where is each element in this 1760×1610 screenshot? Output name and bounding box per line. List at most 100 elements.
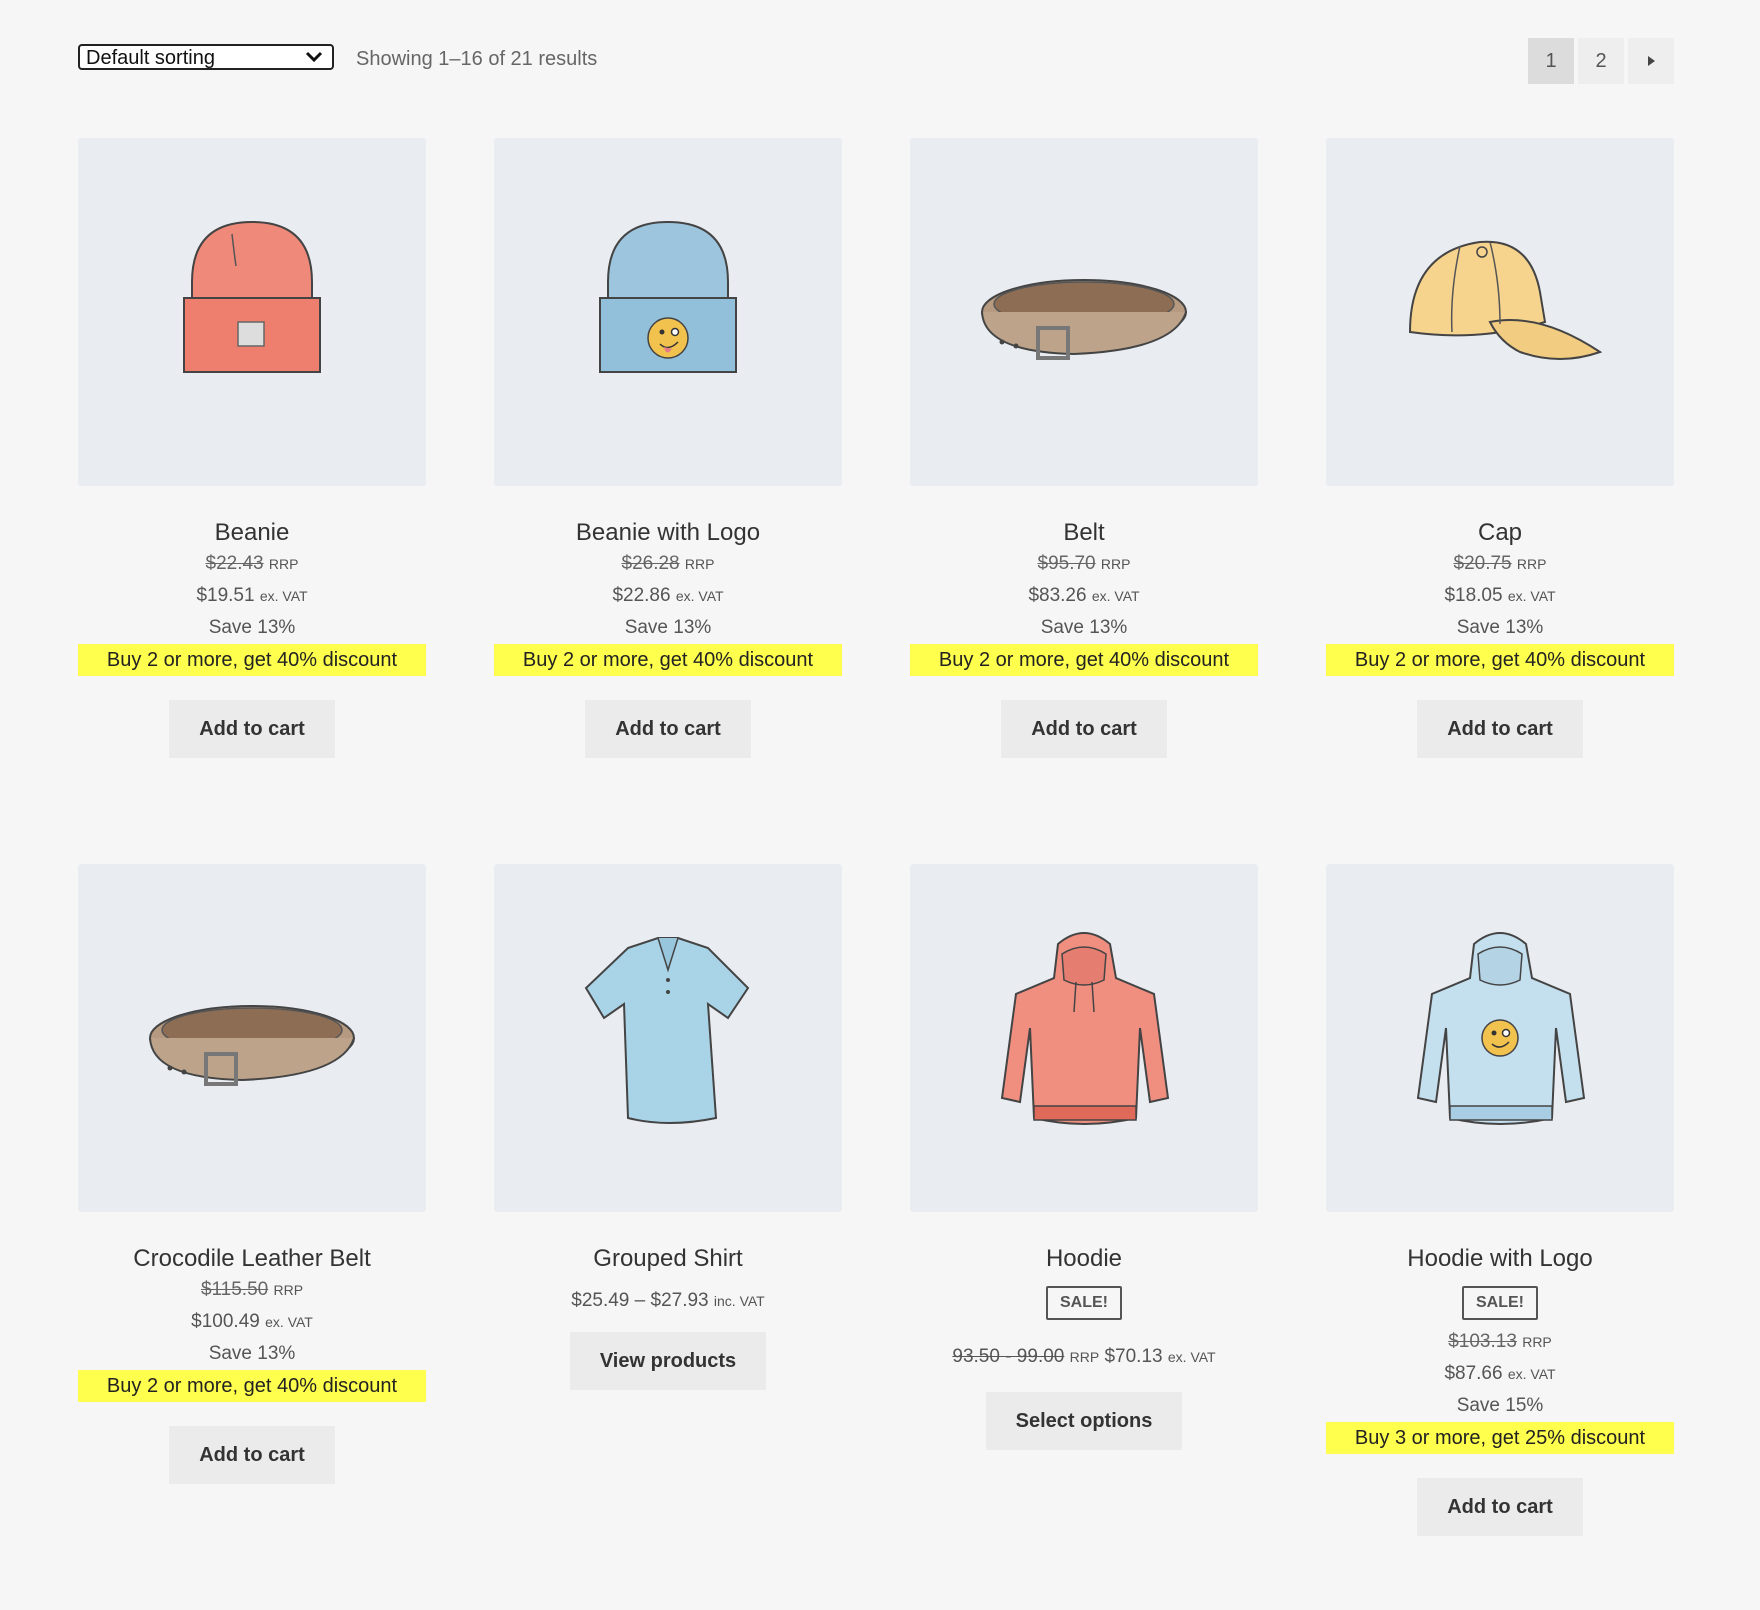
product-image[interactable]: [910, 138, 1258, 486]
price-value: $70.13: [1104, 1346, 1163, 1367]
product-card-beanie: Beanie $22.43 RRP $19.51 ex. VAT Save 13…: [78, 138, 426, 758]
price-value: $22.86: [612, 585, 671, 606]
next-page-button[interactable]: [1628, 38, 1674, 84]
view-products-button[interactable]: View products: [569, 1332, 767, 1390]
product-image[interactable]: [78, 138, 426, 486]
promo-banner: Buy 2 or more, get 40% discount: [910, 644, 1258, 676]
page-1-button[interactable]: 1: [1528, 38, 1574, 84]
rrp-suffix: RRP: [1516, 556, 1547, 572]
sort-select[interactable]: Default sorting: [78, 44, 334, 70]
add-to-cart-button[interactable]: Add to cart: [1001, 700, 1167, 758]
cap-icon: [1408, 240, 1603, 360]
price: $87.66 ex. VAT: [1326, 1358, 1674, 1390]
rrp-suffix: RRP: [1522, 1334, 1552, 1350]
price-range-value: $25.49 – $27.93: [571, 1290, 709, 1311]
add-to-cart-button[interactable]: Add to cart: [1417, 700, 1583, 758]
promo-banner: Buy 2 or more, get 40% discount: [494, 644, 842, 676]
price-suffix: ex. VAT: [265, 1314, 313, 1330]
sale-badge: SALE!: [1462, 1286, 1538, 1320]
rrp-price: $20.75 RRP: [1326, 548, 1674, 580]
result-count: Showing 1–16 of 21 results: [356, 48, 598, 70]
product-title[interactable]: Cap: [1326, 518, 1674, 548]
product-image[interactable]: [910, 864, 1258, 1212]
shop-toolbar: Default sorting Showing 1–16 of 21 resul…: [78, 38, 1674, 86]
price-suffix: ex. VAT: [259, 588, 308, 604]
product-image[interactable]: [494, 138, 842, 486]
product-image[interactable]: [1326, 864, 1674, 1212]
page-2-button[interactable]: 2: [1578, 38, 1624, 84]
product-image[interactable]: [1326, 138, 1674, 486]
add-to-cart-button[interactable]: Add to cart: [169, 1426, 335, 1484]
price-value: $19.51: [196, 585, 255, 606]
product-title[interactable]: Hoodie with Logo: [1326, 1244, 1674, 1274]
product-card-hoodie: Hoodie SALE! 93.50 - 99.00 RRP $70.13 ex…: [910, 864, 1258, 1450]
rrp-price: $115.50 RRP: [78, 1274, 426, 1306]
price-value: $87.66: [1444, 1363, 1503, 1384]
price-suffix: ex. VAT: [675, 588, 724, 604]
rrp-value: $20.75: [1453, 553, 1512, 574]
beanie-logo-icon: [599, 220, 737, 373]
rrp-value: $95.70: [1037, 553, 1096, 574]
save-text: Save 13%: [1456, 617, 1544, 638]
price-suffix: ex. VAT: [1167, 1349, 1216, 1365]
product-title[interactable]: Beanie: [78, 518, 426, 548]
rrp-value: $22.43: [205, 553, 264, 574]
belt-icon: [981, 279, 1187, 360]
add-to-cart-button[interactable]: Add to cart: [585, 700, 751, 758]
product-card-beanie-with-logo: Beanie with Logo $26.28 RRP $22.86 ex. V…: [494, 138, 842, 758]
promo-banner: Buy 2 or more, get 40% discount: [1326, 644, 1674, 676]
product-card-belt: Belt $95.70 RRP $83.26 ex. VAT Save 13% …: [910, 138, 1258, 758]
price: $18.05 ex. VAT: [1326, 580, 1674, 612]
sort-select-value: Default sorting: [86, 47, 215, 69]
select-options-button[interactable]: Select options: [985, 1392, 1183, 1450]
price: $19.51 ex. VAT: [78, 580, 426, 612]
save-text: Save 13%: [624, 617, 712, 638]
rrp-suffix: RRP: [1069, 1349, 1100, 1365]
rrp-suffix: RRP: [268, 556, 299, 572]
pagination: 1 2: [1528, 38, 1674, 84]
price-value: $100.49: [191, 1311, 260, 1332]
save-text: Save 13%: [208, 1343, 296, 1364]
rrp-price: $95.70 RRP: [910, 548, 1258, 580]
price: $83.26 ex. VAT: [910, 580, 1258, 612]
price: $22.86 ex. VAT: [494, 580, 842, 612]
polo-shirt-icon: [584, 937, 750, 1124]
rrp-price: $26.28 RRP: [494, 548, 842, 580]
price: 93.50 - 99.00 RRP $70.13 ex. VAT: [910, 1340, 1258, 1374]
rrp-value: $103.13: [1448, 1331, 1517, 1352]
product-card-grouped-shirt: Grouped Shirt $25.49 – $27.93 inc. VAT V…: [494, 864, 842, 1390]
product-title[interactable]: Hoodie: [910, 1244, 1258, 1274]
product-card-cap: Cap $20.75 RRP $18.05 ex. VAT Save 13% B…: [1326, 138, 1674, 758]
rrp-price: $103.13 RRP: [1326, 1326, 1674, 1358]
price-suffix: ex. VAT: [1507, 1366, 1556, 1382]
price-value: $83.26: [1028, 585, 1087, 606]
product-title[interactable]: Belt: [910, 518, 1258, 548]
product-card-crocodile-leather-belt: Crocodile Leather Belt $115.50 RRP $100.…: [78, 864, 426, 1484]
price-suffix: ex. VAT: [1507, 588, 1556, 604]
add-to-cart-button[interactable]: Add to cart: [1417, 1478, 1583, 1536]
rrp-suffix: RRP: [684, 556, 715, 572]
rrp-value: $115.50: [200, 1279, 269, 1300]
product-title[interactable]: Crocodile Leather Belt: [78, 1244, 426, 1274]
price-suffix: ex. VAT: [1091, 588, 1140, 604]
save-text: Save 13%: [1040, 617, 1128, 638]
rrp-suffix: RRP: [273, 1282, 304, 1298]
product-title[interactable]: Grouped Shirt: [494, 1244, 842, 1274]
belt-icon: [149, 1005, 355, 1086]
product-card-hoodie-with-logo: Hoodie with Logo SALE! $103.13 RRP $87.6…: [1326, 864, 1674, 1536]
promo-banner: Buy 2 or more, get 40% discount: [78, 644, 426, 676]
chevron-down-icon: [305, 51, 323, 63]
rrp-value: 93.50 - 99.00: [952, 1346, 1065, 1367]
price: $100.49 ex. VAT: [78, 1306, 426, 1338]
product-title[interactable]: Beanie with Logo: [494, 518, 842, 548]
product-image[interactable]: [494, 864, 842, 1212]
rrp-price: $22.43 RRP: [78, 548, 426, 580]
rrp-suffix: RRP: [1100, 556, 1131, 572]
save-text: Save 15%: [1456, 1395, 1544, 1416]
chevron-right-icon: [1648, 56, 1655, 66]
promo-banner: Buy 3 or more, get 25% discount: [1326, 1422, 1674, 1454]
price-value: $18.05: [1444, 585, 1503, 606]
save-text: Save 13%: [208, 617, 296, 638]
product-image[interactable]: [78, 864, 426, 1212]
add-to-cart-button[interactable]: Add to cart: [169, 700, 335, 758]
